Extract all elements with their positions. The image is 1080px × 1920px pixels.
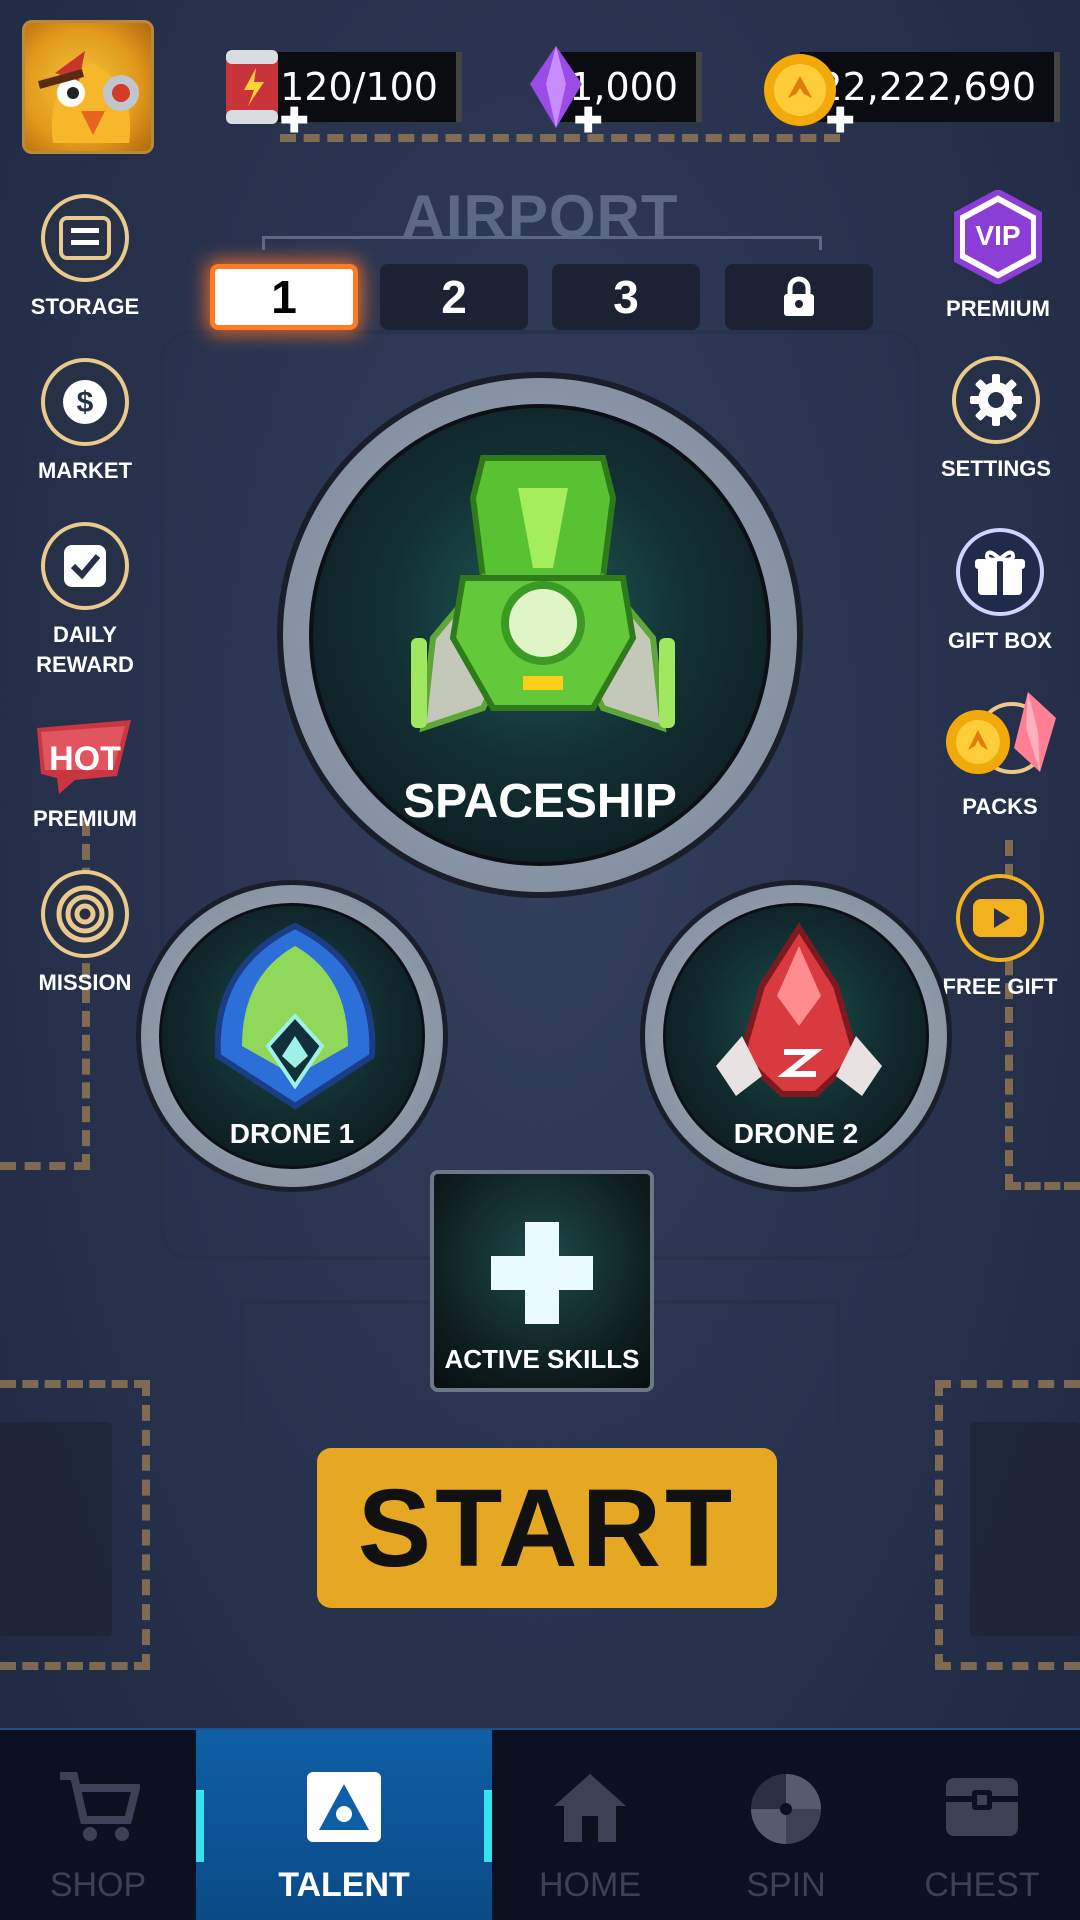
nav-spin-label: SPIN bbox=[746, 1866, 826, 1904]
nav-home[interactable]: HOME bbox=[492, 1730, 688, 1920]
tab-slot-2[interactable]: 2 bbox=[380, 264, 528, 330]
packs-icon bbox=[940, 688, 1060, 782]
drone-1-slot-inner: DRONE 1 bbox=[159, 903, 425, 1169]
active-skills-slot[interactable]: ACTIVE SKILLS bbox=[430, 1170, 654, 1392]
daily-reward-label: DAILY REWARD bbox=[36, 622, 134, 677]
start-button[interactable]: START bbox=[317, 1448, 777, 1608]
drone-2-slot-inner: DRONE 2 bbox=[663, 903, 929, 1169]
talent-triangle-icon bbox=[307, 1772, 381, 1842]
hot-premium-button[interactable]: HOT PREMIUM bbox=[0, 718, 170, 834]
hot-badge: HOT bbox=[35, 718, 135, 794]
tab-slot-locked[interactable] bbox=[725, 264, 873, 330]
vip-badge: VIP bbox=[953, 190, 1043, 284]
nav-chest[interactable]: CHEST bbox=[884, 1730, 1080, 1920]
hot-label: HOT bbox=[49, 740, 121, 778]
nav-home-label: HOME bbox=[539, 1866, 641, 1904]
packs-button[interactable]: PACKS bbox=[915, 688, 1080, 822]
chicken-avatar-icon bbox=[37, 51, 139, 143]
spaceship-slot[interactable]: SPACESHIP bbox=[277, 372, 803, 898]
active-skills-label: ACTIVE SKILLS bbox=[444, 1344, 640, 1374]
mission-button[interactable]: MISSION bbox=[0, 870, 170, 998]
shopping-cart-icon bbox=[60, 1772, 140, 1841]
nav-chest-label: CHEST bbox=[924, 1866, 1040, 1904]
add-coins-icon[interactable]: ✚ bbox=[826, 104, 855, 138]
market-label: MARKET bbox=[37, 458, 133, 483]
nav-shop-label: SHOP bbox=[49, 1866, 147, 1904]
drone-2-label: DRONE 2 bbox=[733, 1118, 859, 1149]
drone-1-label: DRONE 1 bbox=[229, 1118, 355, 1149]
nav-talent-label: TALENT bbox=[278, 1866, 410, 1904]
spaceship-slot-inner: SPACESHIP bbox=[309, 404, 771, 866]
spaceship-label: SPACESHIP bbox=[403, 775, 677, 828]
settings-button[interactable]: SETTINGS bbox=[911, 356, 1080, 484]
nav-active-indicator-right bbox=[484, 1790, 492, 1862]
checkbox-icon bbox=[41, 522, 129, 610]
gear-icon bbox=[952, 356, 1040, 444]
nav-active-indicator-left bbox=[196, 1790, 204, 1862]
gift-box-icon bbox=[956, 528, 1044, 616]
daily-reward-button[interactable]: DAILY REWARD bbox=[0, 522, 170, 680]
premium-label: PREMIUM bbox=[946, 296, 1050, 321]
svg-text:$: $ bbox=[77, 386, 94, 419]
bottom-nav: SHOP TALENT HOME SPIN CHEST bbox=[0, 1728, 1080, 1920]
spin-wheel-icon bbox=[751, 1774, 821, 1844]
dollar-icon: $ bbox=[41, 358, 129, 446]
add-gems-icon[interactable]: ✚ bbox=[574, 104, 603, 138]
gift-box-label: GIFT BOX bbox=[948, 628, 1052, 653]
settings-label: SETTINGS bbox=[940, 456, 1051, 481]
hot-premium-label: PREMIUM bbox=[33, 806, 137, 831]
tab-slot-1[interactable]: 1 bbox=[210, 264, 358, 330]
packs-label: PACKS bbox=[962, 794, 1038, 819]
tab-slot-3[interactable]: 3 bbox=[552, 264, 700, 330]
play-video-icon bbox=[956, 874, 1044, 962]
storage-button[interactable]: STORAGE bbox=[0, 194, 170, 322]
drone-1-slot[interactable]: DRONE 1 bbox=[136, 880, 448, 1192]
nav-shop[interactable]: SHOP bbox=[0, 1730, 196, 1920]
storage-icon bbox=[41, 194, 129, 282]
gift-box-button[interactable]: GIFT BOX bbox=[915, 528, 1080, 656]
target-icon bbox=[41, 870, 129, 958]
storage-label: STORAGE bbox=[30, 294, 140, 319]
player-avatar[interactable] bbox=[22, 20, 154, 154]
add-energy-icon[interactable]: ✚ bbox=[280, 104, 309, 138]
vip-label: VIP bbox=[975, 220, 1021, 251]
nav-spin[interactable]: SPIN bbox=[688, 1730, 884, 1920]
chest-icon bbox=[946, 1778, 1018, 1836]
market-button[interactable]: $ MARKET bbox=[0, 358, 170, 486]
drone-2-slot[interactable]: DRONE 2 bbox=[640, 880, 952, 1192]
nav-talent[interactable]: TALENT bbox=[196, 1730, 492, 1920]
home-icon bbox=[554, 1774, 626, 1842]
vip-premium-button[interactable]: VIP PREMIUM bbox=[913, 190, 1080, 324]
lock-icon bbox=[784, 276, 814, 316]
plus-icon bbox=[491, 1222, 593, 1324]
